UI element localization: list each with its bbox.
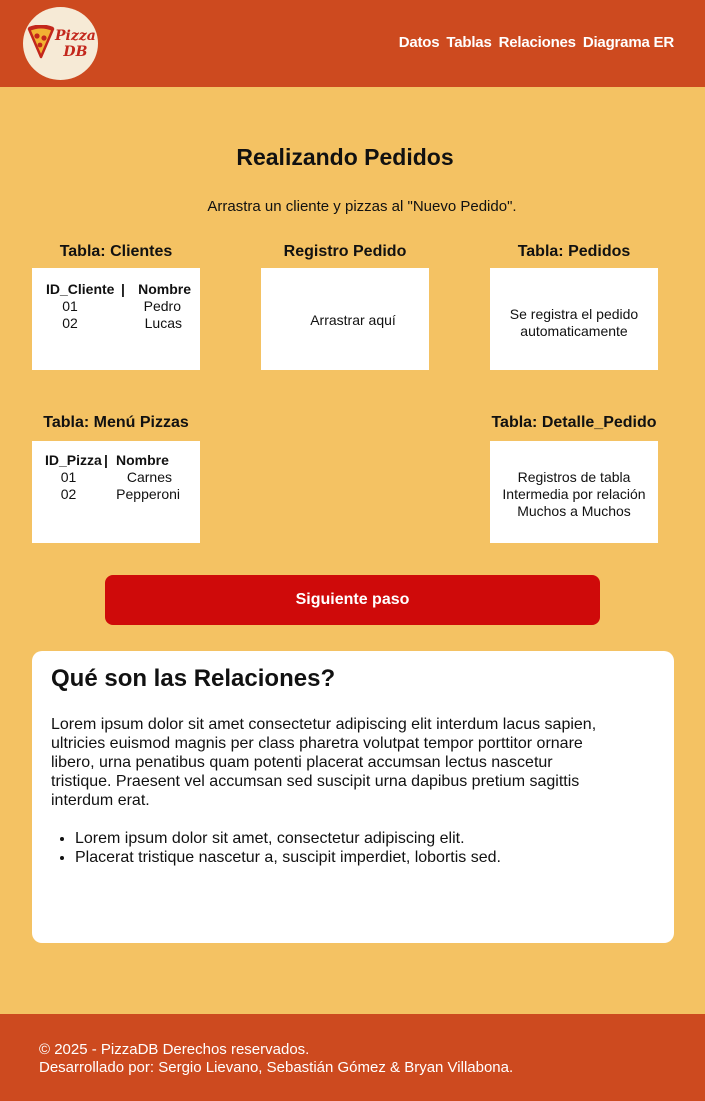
pedidos-text-line1: Se registra el pedido	[509, 306, 639, 322]
footer-credits: Desarrollado por: Sergio Lievano, Sebast…	[39, 1059, 514, 1076]
header-id-cliente: ID_Cliente	[46, 281, 115, 297]
column-divider: |	[121, 281, 125, 297]
info-title: Qué son las Relaciones?	[51, 665, 336, 692]
detalle-pedido-label: Tabla: Detalle_Pedido	[491, 414, 657, 431]
header-id-pizza: ID_Pizza	[45, 452, 102, 468]
relations-info-card: Qué son las Relaciones? Lorem ipsum dolo…	[32, 651, 674, 943]
cell-id: 02	[62, 315, 78, 331]
clientes-grid: ID_Cliente | Nombre 01 Pedro 02 Lucas	[46, 281, 196, 332]
list-item: Placerat tristique nascetur a, suscipit …	[75, 848, 635, 867]
table-row[interactable]: 01 Carnes	[45, 469, 195, 486]
menu-pizzas-table: ID_Pizza | Nombre 01 Carnes 02 Pepperoni	[32, 441, 200, 543]
cell-nombre: Pedro	[143, 298, 181, 314]
menu-pizzas-label: Tabla: Menú Pizzas	[43, 414, 189, 431]
info-paragraph: Lorem ipsum dolor sit amet consectetur a…	[51, 716, 597, 809]
pedidos-table: Se registra el pedido automaticamente	[490, 268, 658, 370]
cell-nombre: Lucas	[144, 315, 182, 331]
column-divider: |	[104, 452, 108, 468]
page-subtitle: Arrastra un cliente y pizzas al "Nuevo P…	[207, 198, 517, 215]
header-nombre: Nombre	[138, 281, 191, 297]
site-footer: © 2025 - PizzaDB Derechos reservados. De…	[0, 1014, 705, 1101]
dropzone-placeholder: Arrastrar aquí	[310, 312, 396, 328]
nav-link-datos[interactable]: Datos	[399, 34, 440, 51]
menu-header-row: ID_Pizza | Nombre	[45, 452, 195, 469]
info-bullet-list: Lorem ipsum dolor sit amet, consectetur …	[75, 829, 635, 867]
detalle-pedido-table: Registros de tabla Intermedia por relaci…	[490, 441, 658, 543]
main-nav: Datos Tablas Relaciones Diagrama ER	[399, 34, 674, 51]
detalle-text-line3: Muchos a Muchos	[517, 503, 631, 519]
registro-pedido-label: Registro Pedido	[283, 243, 407, 260]
pizza-slice-icon	[27, 25, 55, 59]
clientes-table: ID_Cliente | Nombre 01 Pedro 02 Lucas	[32, 268, 200, 370]
detalle-text-line1: Registros de tabla	[517, 469, 631, 485]
detalle-text-line2: Intermedia por relación	[502, 486, 646, 502]
table-row[interactable]: 02 Lucas	[46, 315, 196, 332]
cell-nombre: Carnes	[126, 469, 172, 485]
next-step-button[interactable]: Siguiente paso	[105, 575, 600, 625]
cell-id: 01	[60, 469, 77, 485]
registro-pedido-dropzone[interactable]: Arrastrar aquí	[261, 268, 429, 370]
table-row[interactable]: 01 Pedro	[46, 298, 196, 315]
list-item: Lorem ipsum dolor sit amet, consectetur …	[75, 829, 635, 848]
page-title: Realizando Pedidos	[236, 144, 454, 170]
clientes-table-label: Tabla: Clientes	[59, 243, 173, 260]
site-header: Pizza DB Datos Tablas Relaciones Diagram…	[0, 0, 705, 87]
cell-id: 01	[62, 298, 78, 314]
logo-text: Pizza DB	[55, 28, 96, 60]
pedidos-text-line2: automaticamente	[520, 323, 628, 339]
header-nombre: Nombre	[116, 452, 169, 468]
cell-nombre: Pepperoni	[116, 486, 180, 502]
nav-link-tablas[interactable]: Tablas	[446, 34, 491, 51]
clientes-header-row: ID_Cliente | Nombre	[46, 281, 196, 298]
logo[interactable]: Pizza DB	[23, 7, 98, 80]
menu-grid: ID_Pizza | Nombre 01 Carnes 02 Pepperoni	[45, 452, 195, 503]
cell-id: 02	[60, 486, 77, 502]
nav-link-diagrama-er[interactable]: Diagrama ER	[583, 34, 674, 51]
pedidos-table-label: Tabla: Pedidos	[517, 243, 631, 260]
nav-link-relaciones[interactable]: Relaciones	[499, 34, 576, 51]
table-row[interactable]: 02 Pepperoni	[45, 486, 195, 503]
footer-copyright: © 2025 - PizzaDB Derechos reservados.	[39, 1041, 310, 1058]
